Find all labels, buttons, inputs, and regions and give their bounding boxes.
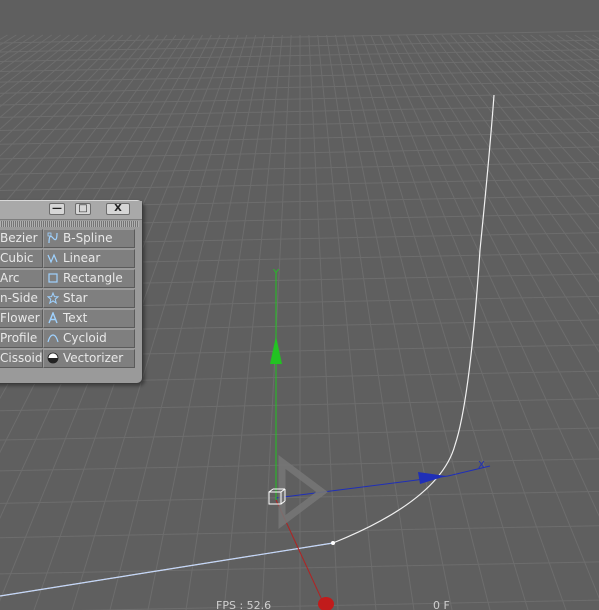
tool-flower[interactable]: Flower [0,309,43,328]
linear-icon [47,253,58,264]
tool-profile[interactable]: Profile [0,329,43,348]
x-axis-label: X [478,460,485,471]
y-axis-label: Y [272,268,280,279]
tool-label: Rectangle [63,271,123,285]
tool-label: Star [63,291,88,305]
z-axis-handle[interactable] [318,597,334,610]
y-axis-arrow[interactable] [270,336,282,364]
tool-rectangle[interactable]: Rectangle [43,269,135,288]
maximize-button[interactable]: □ [75,203,91,215]
tool-cycloid[interactable]: Cycloid [43,329,135,348]
b-spline-icon [47,232,58,244]
star-icon [47,292,59,304]
spline-point[interactable] [331,541,335,545]
x-axis-arrow[interactable] [418,472,446,484]
tool-label: Text [63,311,88,325]
frame-readout: 0 F [433,599,450,610]
palette-titlebar[interactable]: — □ X [0,201,142,220]
rectangle-icon [48,273,58,283]
tool-label: Bezier [0,231,38,245]
tool-label: B-Spline [63,231,113,245]
palette-tool-grid: Bezier Cubic Arc n-Side Flower Profile C… [0,229,137,377]
tool-linear[interactable]: Linear [43,249,135,268]
tool-star[interactable]: Star [43,289,135,308]
tool-label: Linear [63,251,101,265]
tool-label: n-Side [0,291,38,305]
tool-label: Vectorizer [63,351,124,365]
tool-label: Cubic [0,251,34,265]
tool-label: Profile [0,331,38,345]
minimize-button[interactable]: — [49,203,65,215]
tool-vectorizer[interactable]: Vectorizer [43,349,135,368]
tool-arc[interactable]: Arc [0,269,43,288]
spline-palette-window[interactable]: — □ X Bezier Cubic Arc n-Side Flower Pro… [0,200,143,384]
tool-bezier[interactable]: Bezier [0,229,43,248]
tool-cubic[interactable]: Cubic [0,249,43,268]
tool-label: Cissoid [0,351,43,365]
text-icon [48,312,58,324]
tool-label: Arc [0,271,20,285]
palette-grip[interactable] [0,221,139,227]
tool-cissoid[interactable]: Cissoid [0,349,43,368]
tool-text[interactable]: Text [43,309,135,328]
cycloid-icon [47,334,59,343]
fps-readout: FPS : 52.6 [216,599,272,610]
close-button[interactable]: X [106,203,130,215]
tool-label: Cycloid [63,331,107,345]
vectorizer-icon [47,352,59,364]
tool-label: Flower [0,311,40,325]
tool-n-side[interactable]: n-Side [0,289,43,308]
object-gizmo-icon[interactable] [278,455,328,529]
spline-selected-segment [0,542,334,597]
tool-b-spline[interactable]: B-Spline [43,229,135,248]
